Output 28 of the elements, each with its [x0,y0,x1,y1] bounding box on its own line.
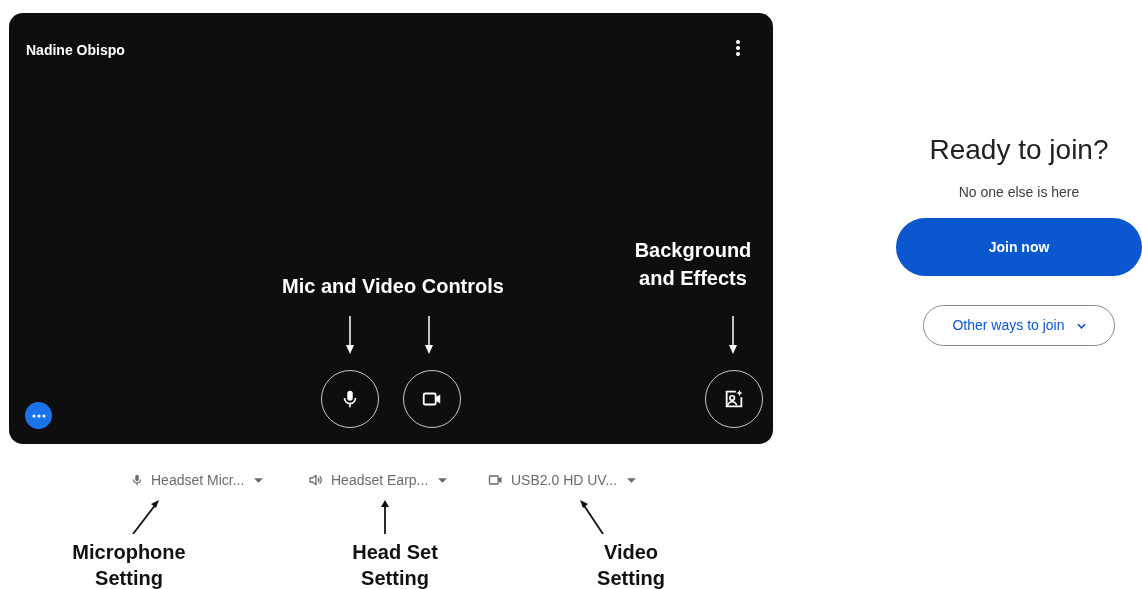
annotation-label: Background and Effects [633,238,753,291]
annotation-arrow [424,316,434,354]
annotation-label: Microphone Setting [71,540,187,589]
device-dropdown[interactable]: USB2.0 HD UV... [487,469,637,491]
device-dropdown[interactable]: Headset Micr... [130,469,264,491]
annotation-arrow [132,500,159,534]
status-text: No one else is here [958,183,1080,202]
participant-name: Nadine Obispo [26,41,125,60]
annotation-label: Head Set Setting [351,540,439,589]
caret-icon [627,477,637,483]
speaker-icon [308,472,324,488]
annotation-arrow [728,316,738,354]
chevron-down-icon [1076,322,1086,329]
more-icon [31,413,46,418]
annotation-arrow [381,500,389,534]
panel-title: Ready to join? [929,133,1109,167]
portrait-sparkle-icon [723,388,745,410]
microphone-icon [130,472,144,488]
annotation-label: Video Setting [596,540,666,589]
annotation-label: Mic and Video Controls [281,274,505,299]
device-dropdown[interactable]: Headset Earp... [308,469,448,491]
caret-icon [438,477,448,483]
video-camera-icon [487,472,504,488]
annotation-arrow [345,316,355,354]
more-button[interactable] [25,402,52,429]
annotation-arrow [578,500,605,534]
caret-icon [254,477,264,483]
join-now-button[interactable]: Join now [896,218,1142,276]
